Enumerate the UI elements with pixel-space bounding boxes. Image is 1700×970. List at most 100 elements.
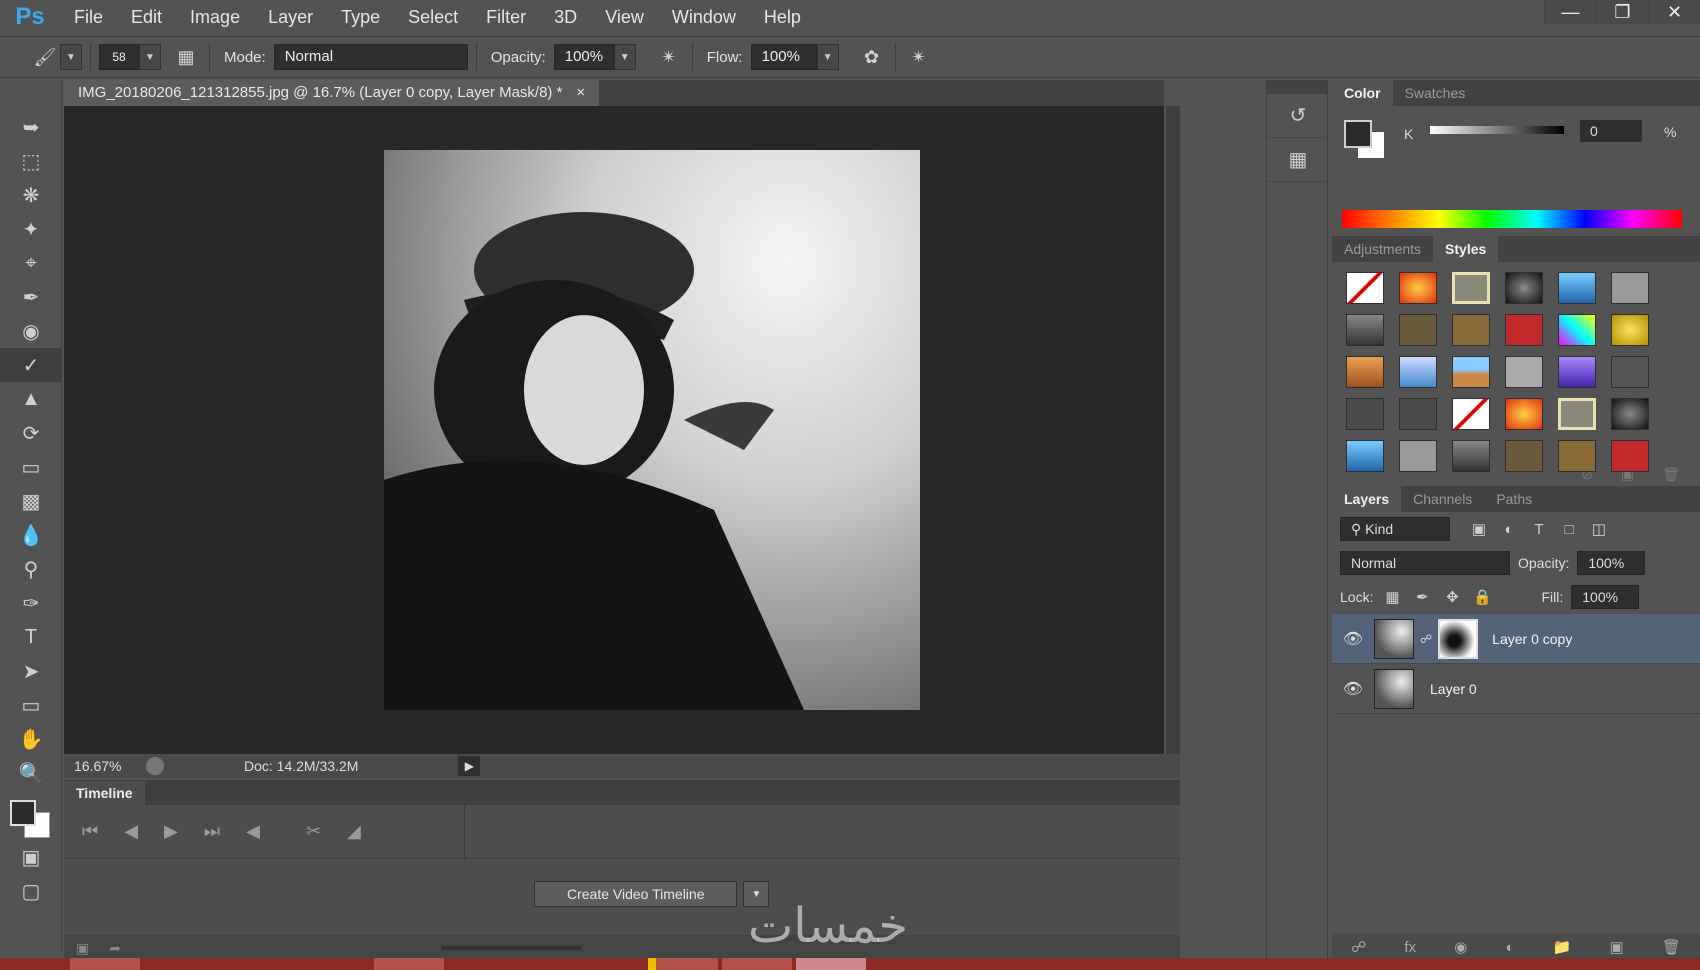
status-menu-arrow-icon[interactable]: ▶ — [458, 756, 481, 776]
style-swatch[interactable] — [1399, 314, 1437, 346]
style-swatch[interactable] — [1505, 440, 1543, 472]
lock-all-icon[interactable]: 🔒 — [1471, 586, 1493, 608]
previous-frame-icon[interactable]: ◀ — [124, 821, 138, 842]
visibility-eye-icon[interactable]: 👁 — [1332, 629, 1374, 649]
menu-layer[interactable]: Layer — [254, 0, 327, 34]
hand-tool-icon[interactable]: ✋ — [0, 722, 62, 756]
style-swatch[interactable] — [1505, 314, 1543, 346]
tool-preset-dropdown[interactable]: ▼ — [60, 44, 82, 70]
brush-panel-icon[interactable]: ▦ — [171, 42, 201, 72]
lock-image-icon[interactable]: ✒ — [1411, 586, 1433, 608]
type-tool-icon[interactable]: T — [0, 620, 62, 654]
new-layer-icon[interactable]: ▣ — [1609, 938, 1623, 956]
audio-icon[interactable]: ◀ — [246, 821, 260, 842]
vertical-scrollbar[interactable] — [1166, 106, 1180, 754]
lock-transparent-icon[interactable]: ▦ — [1381, 586, 1403, 608]
blend-mode-select[interactable]: Normal — [1340, 551, 1510, 575]
pressure-opacity-icon[interactable]: ✴ — [654, 42, 684, 72]
blur-tool-icon[interactable]: 💧 — [0, 518, 62, 552]
style-swatch[interactable] — [1346, 272, 1384, 304]
close-tab-icon[interactable]: × — [576, 80, 585, 106]
quick-mask-icon[interactable]: ▣ — [0, 840, 62, 874]
status-info-icon[interactable] — [146, 757, 164, 775]
brush-size-picker[interactable]: 58 — [99, 44, 139, 70]
tab-channels[interactable]: Channels — [1401, 486, 1484, 512]
marquee-tool-icon[interactable]: ⬚ — [0, 144, 62, 178]
zoom-level[interactable]: 16.67% — [64, 758, 146, 774]
new-group-icon[interactable]: 📁 — [1553, 938, 1572, 956]
close-icon[interactable]: ✕ — [1648, 0, 1700, 24]
transition-icon[interactable]: ◢ — [347, 821, 361, 842]
menu-edit[interactable]: Edit — [117, 0, 176, 34]
timeline-tab[interactable]: Timeline — [64, 781, 145, 805]
filter-pixel-icon[interactable]: ▣ — [1468, 518, 1490, 540]
magic-wand-tool-icon[interactable]: ✦ — [0, 212, 62, 246]
style-swatch[interactable] — [1452, 314, 1490, 346]
opacity-dropdown[interactable]: ▼ — [613, 44, 636, 70]
tab-styles[interactable]: Styles — [1433, 236, 1499, 262]
crop-tool-icon[interactable]: ⌖ — [0, 246, 62, 280]
menu-file[interactable]: File — [60, 0, 117, 34]
layer-filter-kind-select[interactable]: ⚲ Kind — [1340, 517, 1450, 541]
tab-layers[interactable]: Layers — [1332, 486, 1402, 512]
pen-tool-icon[interactable]: ✑ — [0, 586, 62, 620]
document-image[interactable] — [384, 150, 920, 710]
taskbar-item[interactable] — [374, 958, 444, 970]
menu-filter[interactable]: Filter — [472, 0, 540, 34]
layer-row[interactable]: 👁 Layer 0 — [1332, 664, 1700, 714]
style-swatch[interactable] — [1611, 314, 1649, 346]
taskbar-item[interactable] — [70, 958, 140, 970]
gradient-tool-icon[interactable]: ▩ — [0, 484, 62, 518]
go-to-first-frame-icon[interactable]: ⏮ — [82, 821, 98, 842]
taskbar-item[interactable] — [722, 958, 792, 970]
style-swatch[interactable] — [1346, 440, 1384, 472]
style-swatch[interactable] — [1399, 272, 1437, 304]
style-swatch[interactable] — [1611, 356, 1649, 388]
mode-select[interactable]: Normal — [273, 44, 468, 70]
lasso-tool-icon[interactable]: ❋ — [0, 178, 62, 212]
eyedropper-tool-icon[interactable]: ✒ — [0, 280, 62, 314]
tab-swatches[interactable]: Swatches — [1393, 80, 1478, 106]
timeline-zoom-slider[interactable] — [440, 946, 581, 950]
delete-layer-icon[interactable]: 🗑 — [1662, 938, 1681, 956]
tab-paths[interactable]: Paths — [1484, 486, 1544, 512]
style-swatch[interactable] — [1558, 440, 1596, 472]
dodge-tool-icon[interactable]: ⚲ — [0, 552, 62, 586]
opacity-input[interactable]: 100% — [553, 44, 614, 70]
visibility-eye-icon[interactable]: 👁 — [1332, 679, 1374, 699]
adjustment-layer-icon[interactable]: ◐ — [1505, 939, 1514, 956]
link-layers-icon[interactable]: ☍ — [1351, 938, 1366, 956]
style-swatch[interactable] — [1346, 314, 1384, 346]
render-icon[interactable]: ➦ — [109, 940, 121, 957]
style-swatch[interactable] — [1452, 356, 1490, 388]
flow-input[interactable]: 100% — [750, 44, 817, 70]
fill-input[interactable]: 100% — [1571, 585, 1640, 609]
style-swatch[interactable] — [1399, 398, 1437, 430]
create-video-timeline-button[interactable]: Create Video Timeline — [534, 881, 738, 907]
layer-row[interactable]: 👁 ☍ Layer 0 copy — [1332, 614, 1700, 664]
style-swatch[interactable] — [1452, 272, 1490, 304]
menu-type[interactable]: Type — [327, 0, 394, 34]
style-swatch[interactable] — [1611, 272, 1649, 304]
properties-panel-icon[interactable]: ▦ — [1267, 138, 1329, 182]
style-swatch[interactable] — [1346, 356, 1384, 388]
taskbar-item[interactable] — [796, 958, 866, 970]
add-mask-icon[interactable]: ◉ — [1454, 938, 1467, 956]
k-channel-value[interactable]: 0 — [1580, 120, 1642, 142]
style-swatch[interactable] — [1399, 440, 1437, 472]
airbrush-icon[interactable]: ✿ — [857, 42, 887, 72]
document-tab[interactable]: IMG_20180206_121312855.jpg @ 16.7% (Laye… — [64, 80, 600, 106]
style-swatch[interactable] — [1558, 356, 1596, 388]
color-swatches[interactable] — [0, 790, 62, 840]
style-swatch[interactable] — [1346, 398, 1384, 430]
clone-stamp-tool-icon[interactable]: ▲ — [0, 382, 62, 416]
history-brush-tool-icon[interactable]: ⟳ — [0, 416, 62, 450]
brush-tool-icon[interactable]: ✓ — [0, 348, 62, 382]
style-swatch[interactable] — [1611, 440, 1649, 472]
menu-select[interactable]: Select — [394, 0, 472, 34]
style-swatch[interactable] — [1399, 356, 1437, 388]
tab-adjustments[interactable]: Adjustments — [1332, 236, 1433, 262]
style-swatch[interactable] — [1452, 440, 1490, 472]
style-swatch[interactable] — [1558, 398, 1596, 430]
canvas-area[interactable] — [64, 106, 1164, 754]
